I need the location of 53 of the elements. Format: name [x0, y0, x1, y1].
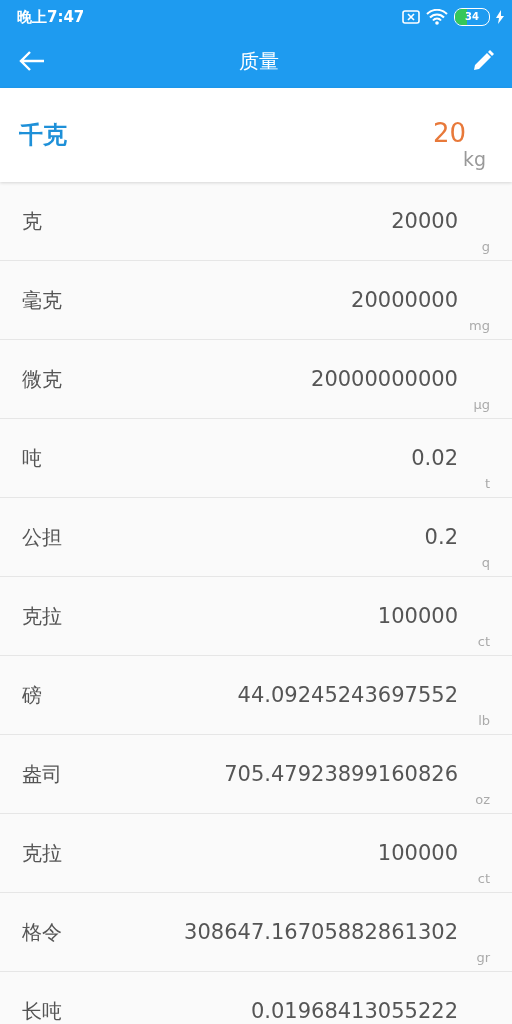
unit-symbol: kg — [462, 148, 486, 170]
back-arrow-icon — [18, 50, 46, 72]
unit-row[interactable]: 克拉 100000 ct — [0, 577, 512, 656]
unit-name: 盎司 — [22, 760, 63, 788]
unit-value: 308647.16705882861302 — [184, 920, 458, 944]
unit-symbol: μg — [473, 397, 490, 412]
unit-value: 100000 — [377, 604, 458, 628]
unit-value: 44.09245243697552 — [237, 683, 458, 707]
charging-icon — [496, 10, 504, 24]
unit-symbol: mg — [469, 318, 490, 333]
unit-row[interactable]: 微克 20000000000 μg — [0, 340, 512, 419]
unit-name: 公担 — [22, 523, 63, 551]
unit-name: 磅 — [22, 681, 43, 709]
unit-row[interactable]: 克拉 100000 ct — [0, 814, 512, 893]
unit-name: 克 — [22, 207, 43, 235]
unit-row[interactable]: 长吨 0.01968413055222 — [0, 972, 512, 1024]
wifi-icon — [426, 9, 448, 25]
status-time: 晚上7:47 — [17, 7, 85, 27]
unit-row[interactable]: 吨 0.02 t — [0, 419, 512, 498]
unit-name: 微克 — [22, 365, 63, 393]
unit-name: 毫克 — [22, 286, 63, 314]
unit-name: 克拉 — [22, 839, 63, 867]
unit-symbol: oz — [475, 792, 490, 807]
unit-value: 705.47923899160826 — [224, 762, 458, 786]
unit-row[interactable]: 克 20000 g — [0, 182, 512, 261]
pencil-icon — [472, 50, 494, 72]
unit-symbol: gr — [476, 950, 490, 965]
unit-symbol: t — [484, 476, 490, 491]
unit-row[interactable]: 盎司 705.47923899160826 oz — [0, 735, 512, 814]
unit-value: 0.2 — [424, 525, 458, 549]
unit-row[interactable]: 磅 44.09245243697552 lb — [0, 656, 512, 735]
unit-value: 100000 — [377, 841, 458, 865]
unit-value: 20000000 — [351, 288, 458, 312]
unit-value: 20000 — [391, 209, 458, 233]
unit-value: 0.02 — [411, 446, 458, 470]
unit-name: 格令 — [22, 918, 63, 946]
unit-row[interactable]: 毫克 20000000 mg — [0, 261, 512, 340]
unit-symbol: ct — [477, 634, 490, 649]
unit-symbol: q — [481, 555, 490, 570]
unit-row[interactable]: 格令 308647.16705882861302 gr — [0, 893, 512, 972]
unit-symbol: ct — [477, 871, 490, 886]
unit-symbol: g — [481, 239, 490, 254]
toolbar-title: 质量 — [239, 47, 279, 75]
unit-name: 吨 — [22, 444, 43, 472]
unit-name: 克拉 — [22, 602, 63, 630]
unit-value: 0.01968413055222 — [250, 999, 458, 1023]
unit-name: 千克 — [19, 120, 68, 151]
unit-value: 20 — [432, 118, 466, 148]
unit-name: 长吨 — [22, 997, 63, 1024]
unit-symbol: lb — [478, 713, 490, 728]
unit-value: 20000000000 — [311, 367, 458, 391]
unit-row[interactable]: 公担 0.2 q — [0, 498, 512, 577]
sim-icon — [402, 10, 420, 24]
